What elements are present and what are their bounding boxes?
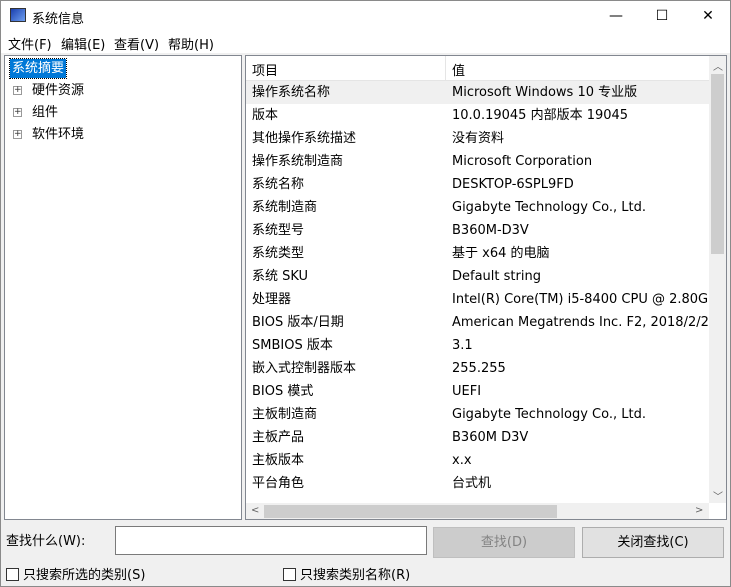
table-row[interactable]: BIOS 版本/日期 American Megatrends Inc. F2, 2…: [246, 311, 717, 334]
table-header: 项目 值: [246, 56, 709, 81]
table-row[interactable]: 系统类型 基于 x64 的电脑: [246, 242, 709, 265]
value-cell: 10.0.19045 内部版本 19045: [452, 108, 629, 123]
table-row[interactable]: 其他操作系统描述 没有资料: [246, 127, 709, 150]
item-cell: 嵌入式控制器版本: [252, 361, 357, 376]
item-cell: 处理器: [252, 292, 292, 307]
table-row[interactable]: 操作系统制造商 Microsoft Corporation: [246, 150, 709, 173]
tree-label: 软件环境: [32, 127, 85, 142]
item-cell: 版本: [252, 108, 279, 123]
horizontal-scrollbar[interactable]: < >: [246, 503, 709, 519]
value-cell: x.x: [452, 453, 472, 468]
title-bar: 系统信息 — ☐ ✕: [0, 0, 731, 31]
menu-edit[interactable]: 编辑(E): [61, 34, 105, 53]
table-row[interactable]: 操作系统名称 Microsoft Windows 10 专业版: [246, 81, 709, 104]
vertical-scroll-thumb[interactable]: [711, 74, 724, 254]
value-cell: Microsoft Windows 10 专业版: [452, 85, 638, 100]
menu-file[interactable]: 文件(F): [8, 34, 52, 53]
checkbox-label: 只搜索所选的类别(S): [23, 568, 146, 583]
window-title: 系统信息: [32, 12, 85, 27]
item-cell: 系统 SKU: [252, 269, 309, 284]
value-cell: Default string: [452, 269, 541, 284]
system-info-app-icon: [10, 8, 26, 22]
table-row[interactable]: 系统制造商 Gigabyte Technology Co., Ltd.: [246, 196, 709, 219]
tree-label: 组件: [32, 105, 59, 120]
expand-icon[interactable]: +: [13, 108, 22, 117]
expand-icon[interactable]: +: [13, 86, 22, 95]
item-cell: 系统型号: [252, 223, 305, 238]
menu-view[interactable]: 查看(V): [114, 34, 159, 53]
tree-item-hardware[interactable]: + 硬件资源: [13, 81, 84, 100]
value-cell: DESKTOP-6SPL9FD: [452, 177, 574, 192]
value-cell: 基于 x64 的电脑: [452, 246, 550, 261]
close-find-button[interactable]: 关闭查找(C): [582, 527, 724, 558]
item-cell: SMBIOS 版本: [252, 338, 333, 353]
value-cell: 台式机: [452, 476, 492, 491]
vertical-scrollbar[interactable]: ︿ ﹀: [709, 56, 726, 503]
value-cell: 255.255: [452, 361, 506, 376]
column-divider[interactable]: [445, 56, 446, 81]
scroll-left-icon[interactable]: <: [251, 505, 259, 516]
minimize-button[interactable]: —: [593, 1, 639, 31]
item-cell: 其他操作系统描述: [252, 131, 357, 146]
item-cell: BIOS 模式: [252, 384, 314, 399]
column-header-item[interactable]: 项目: [252, 60, 278, 79]
tree-item-software[interactable]: + 软件环境: [13, 125, 84, 144]
scroll-right-icon[interactable]: >: [695, 505, 703, 516]
item-cell: 系统名称: [252, 177, 305, 192]
item-cell: 操作系统名称: [252, 85, 331, 100]
expand-icon[interactable]: +: [13, 130, 22, 139]
search-selected-category-checkbox[interactable]: 只搜索所选的类别(S): [6, 564, 145, 583]
details-table: 项目 值 操作系统名称 Microsoft Windows 10 专业版版本 10.…: [245, 55, 727, 520]
value-cell: 没有资料: [452, 131, 505, 146]
tree-item-components[interactable]: + 组件: [13, 103, 58, 122]
table-row[interactable]: 主板制造商 Gigabyte Technology Co., Ltd.: [246, 403, 709, 426]
item-cell: 平台角色: [252, 476, 305, 491]
value-cell: 3.1: [452, 338, 473, 353]
table-row[interactable]: 处理器 Intel(R) Core(TM) i5-8400 CPU @ 2.80G…: [246, 288, 725, 311]
horizontal-scroll-thumb[interactable]: [264, 505, 557, 518]
value-cell: B360M D3V: [452, 430, 529, 445]
value-cell: Microsoft Corporation: [452, 154, 593, 169]
item-cell: 主板产品: [252, 430, 305, 445]
value-cell: Gigabyte Technology Co., Ltd.: [452, 200, 646, 215]
item-cell: 主板版本: [252, 453, 305, 468]
item-cell: 系统类型: [252, 246, 305, 261]
table-row[interactable]: SMBIOS 版本 3.1: [246, 334, 709, 357]
checkbox-label: 只搜索类别名称(R): [300, 568, 411, 583]
table-row[interactable]: 平台角色 台式机: [246, 472, 709, 495]
value-cell: B360M-D3V: [452, 223, 529, 238]
search-category-names-checkbox[interactable]: 只搜索类别名称(R): [283, 564, 410, 583]
value-cell: Gigabyte Technology Co., Ltd.: [452, 407, 646, 422]
table-row[interactable]: 系统型号 B360M-D3V: [246, 219, 709, 242]
table-row[interactable]: 嵌入式控制器版本 255.255: [246, 357, 709, 380]
scroll-up-icon[interactable]: ︿: [713, 58, 723, 73]
table-row[interactable]: 版本 10.0.19045 内部版本 19045: [246, 104, 709, 127]
table-row[interactable]: 系统名称 DESKTOP-6SPL9FD: [246, 173, 709, 196]
item-cell: BIOS 版本/日期: [252, 315, 344, 330]
find-input[interactable]: [115, 526, 427, 555]
find-button[interactable]: 查找(D): [433, 527, 575, 558]
find-label: 查找什么(W):: [6, 534, 86, 549]
maximize-button[interactable]: ☐: [639, 1, 685, 31]
close-button[interactable]: ✕: [685, 1, 731, 31]
item-cell: 操作系统制造商: [252, 154, 344, 169]
table-row[interactable]: BIOS 模式 UEFI: [246, 380, 709, 403]
menu-help[interactable]: 帮助(H): [168, 34, 214, 53]
menu-bar: 文件(F) 编辑(E) 查看(V) 帮助(H): [0, 31, 731, 53]
checkbox-icon[interactable]: [283, 568, 296, 581]
table-row[interactable]: 主板版本 x.x: [246, 449, 709, 472]
scroll-down-icon[interactable]: ﹀: [713, 488, 723, 503]
value-cell: UEFI: [452, 384, 482, 399]
tree-label: 硬件资源: [32, 83, 85, 98]
table-row[interactable]: 主板产品 B360M D3V: [246, 426, 709, 449]
category-tree: 系统摘要 + 硬件资源 + 组件 + 软件环境: [4, 55, 242, 520]
value-cell: Intel(R) Core(TM) i5-8400 CPU @ 2.80GHz: [452, 292, 725, 307]
item-cell: 系统制造商: [252, 200, 318, 215]
checkbox-icon[interactable]: [6, 568, 19, 581]
item-cell: 主板制造商: [252, 407, 318, 422]
column-header-value[interactable]: 值: [452, 60, 465, 79]
table-row[interactable]: 系统 SKU Default string: [246, 265, 709, 288]
value-cell: American Megatrends Inc. F2, 2018/2/26: [452, 315, 718, 330]
tree-item-system-summary[interactable]: 系统摘要: [8, 58, 68, 79]
